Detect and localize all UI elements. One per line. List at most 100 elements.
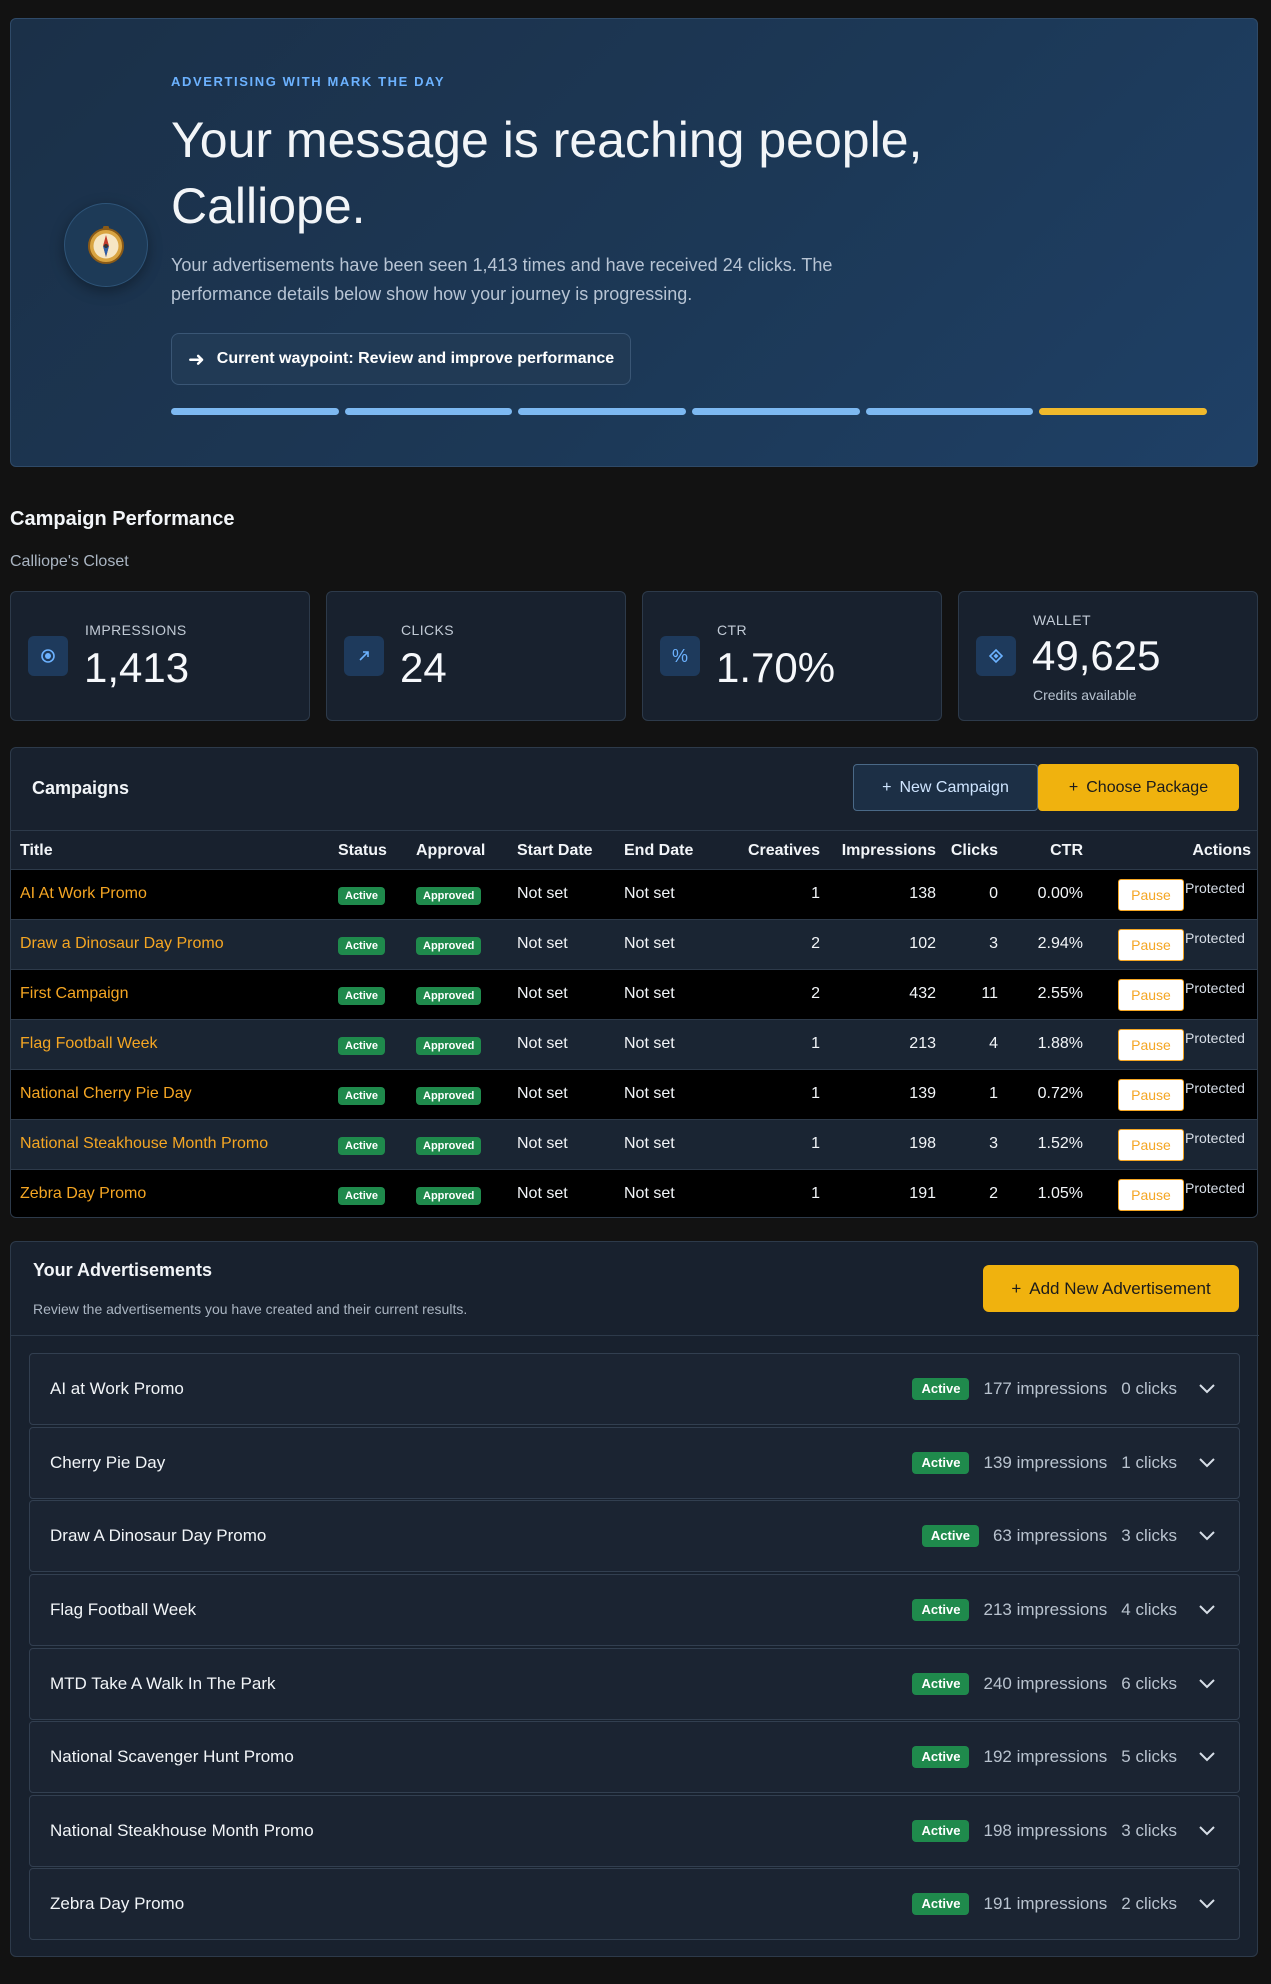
hero-description: Your advertisements have been seen 1,413…: [171, 255, 833, 304]
end-date-cell: Not set: [624, 885, 675, 902]
advertisement-meta: Active 191 impressions 2 clicks: [912, 1891, 1217, 1917]
impressions-cell: 139: [909, 1085, 936, 1102]
stat-label: CTR: [717, 622, 747, 638]
new-campaign-label: New Campaign: [899, 778, 1009, 796]
impressions-count: 191 impressions: [983, 1894, 1108, 1913]
advertisement-accordion-item[interactable]: Cherry Pie Day Active 139 impressions 1 …: [29, 1427, 1240, 1499]
stat-value: 1.70%: [716, 644, 836, 691]
pause-button[interactable]: Pause: [1118, 1079, 1184, 1111]
chevron-down-icon[interactable]: [1197, 1379, 1217, 1399]
campaign-title-link[interactable]: AI At Work Promo: [20, 885, 147, 903]
status-badge: Active: [338, 887, 386, 905]
column-header-title: Title: [20, 842, 53, 859]
protected-label: Protected: [1185, 980, 1245, 996]
campaign-title-link[interactable]: Draw a Dinosaur Day Promo: [20, 935, 224, 953]
ctr-cell: 0.72%: [1037, 1085, 1083, 1102]
choose-package-button[interactable]: + Choose Package: [1038, 764, 1239, 811]
advertisement-meta: Active 198 impressions 3 clicks: [912, 1818, 1217, 1844]
chevron-down-icon[interactable]: [1197, 1894, 1217, 1914]
protected-label: Protected: [1185, 930, 1245, 946]
chevron-down-icon[interactable]: [1197, 1600, 1217, 1620]
impressions-cell: 213: [909, 1035, 936, 1052]
advertisements-subtitle: Review the advertisements you have creat…: [33, 1301, 468, 1317]
end-date-cell: Not set: [624, 1135, 675, 1152]
campaign-title-link[interactable]: First Campaign: [20, 985, 128, 1003]
pause-button[interactable]: Pause: [1118, 1179, 1184, 1211]
start-date-cell: Not set: [517, 985, 568, 1002]
status-badge: Active: [338, 1137, 386, 1155]
advertisement-accordion-item[interactable]: AI at Work Promo Active 177 impressions …: [29, 1353, 1240, 1425]
stat-sublabel: Credits available: [1033, 687, 1137, 703]
section-title: Campaign Performance: [10, 508, 235, 530]
business-name: Calliope's Closet: [10, 553, 129, 570]
compass-icon: [64, 203, 148, 287]
campaign-title-link[interactable]: Flag Football Week: [20, 1035, 158, 1053]
approval-badge: Approved: [416, 1037, 482, 1055]
advertisement-name: Draw A Dinosaur Day Promo: [50, 1526, 267, 1545]
advertisement-accordion-item[interactable]: MTD Take A Walk In The Park Active 240 i…: [29, 1648, 1240, 1720]
pause-button[interactable]: Pause: [1118, 879, 1184, 911]
approval-badge: Approved: [416, 987, 482, 1005]
advertisement-accordion-item[interactable]: Flag Football Week Active 213 impression…: [29, 1574, 1240, 1646]
status-badge: Active: [338, 1187, 386, 1205]
advertisement-accordion-item[interactable]: Draw A Dinosaur Day Promo Active 63 impr…: [29, 1500, 1240, 1572]
campaign-title-link[interactable]: National Steakhouse Month Promo: [20, 1135, 268, 1153]
advertisements-title: Your Advertisements: [33, 1260, 213, 1280]
impressions-count: 192 impressions: [983, 1747, 1108, 1766]
campaign-title-link[interactable]: National Cherry Pie Day: [20, 1085, 192, 1103]
impressions-cell: 102: [909, 935, 936, 952]
advertisement-name: Zebra Day Promo: [50, 1894, 185, 1913]
column-header-status: Status: [338, 842, 387, 859]
status-badge: Active: [912, 1820, 970, 1842]
chevron-down-icon[interactable]: [1197, 1747, 1217, 1767]
table-row: Zebra Day Promo Active Approved Not set …: [11, 1170, 1257, 1217]
approval-badge: Approved: [416, 1187, 482, 1205]
approval-badge: Approved: [416, 887, 482, 905]
chevron-down-icon[interactable]: [1197, 1526, 1217, 1546]
cursor-arrow-icon: [344, 636, 384, 676]
divider: [11, 1335, 1259, 1336]
campaigns-panel: Campaigns + New Campaign + Choose Packag…: [10, 747, 1258, 1218]
new-campaign-button[interactable]: + New Campaign: [853, 764, 1038, 811]
advertisement-name: National Scavenger Hunt Promo: [50, 1747, 294, 1766]
clicks-count: 3 clicks: [1121, 1526, 1177, 1545]
impressions-count: 63 impressions: [992, 1526, 1108, 1545]
table-row: First Campaign Active Approved Not set N…: [11, 970, 1257, 1020]
end-date-cell: Not set: [624, 1035, 675, 1052]
status-badge: Active: [921, 1525, 979, 1547]
pause-button[interactable]: Pause: [1118, 1129, 1184, 1161]
table-row: Flag Football Week Active Approved Not s…: [11, 1020, 1257, 1070]
advertisement-accordion-item[interactable]: National Scavenger Hunt Promo Active 192…: [29, 1721, 1240, 1793]
creatives-cell: 2: [811, 935, 820, 952]
pause-button[interactable]: Pause: [1118, 979, 1184, 1011]
creatives-cell: 1: [811, 1035, 820, 1052]
creatives-cell: 1: [811, 1135, 820, 1152]
pause-button[interactable]: Pause: [1118, 1029, 1184, 1061]
advertisement-accordion-item[interactable]: Zebra Day Promo Active 191 impressions 2…: [29, 1868, 1240, 1940]
chevron-down-icon[interactable]: [1197, 1674, 1217, 1694]
clicks-count: 6 clicks: [1121, 1674, 1177, 1693]
clicks-count: 3 clicks: [1121, 1821, 1177, 1840]
protected-label: Protected: [1185, 1180, 1245, 1196]
stat-card-impressions: IMPRESSIONS 1,413: [10, 591, 310, 721]
status-badge: Active: [912, 1378, 970, 1400]
campaign-title-link[interactable]: Zebra Day Promo: [20, 1185, 146, 1203]
approval-badge: Approved: [416, 1087, 482, 1105]
stat-label: IMPRESSIONS: [85, 622, 187, 638]
status-badge: Active: [912, 1452, 970, 1474]
status-badge: Active: [912, 1599, 970, 1621]
stat-card-clicks: CLICKS 24: [326, 591, 626, 721]
waypoint-label: Current waypoint: Review and improve per…: [216, 350, 615, 367]
chevron-down-icon[interactable]: [1197, 1453, 1217, 1473]
table-row: National Steakhouse Month Promo Active A…: [11, 1120, 1257, 1170]
start-date-cell: Not set: [517, 885, 568, 902]
add-advertisement-label: Add New Advertisement: [1029, 1278, 1211, 1298]
creatives-cell: 1: [811, 1085, 820, 1102]
pause-button[interactable]: Pause: [1118, 929, 1184, 961]
start-date-cell: Not set: [517, 1135, 568, 1152]
add-advertisement-button[interactable]: + Add New Advertisement: [983, 1265, 1239, 1312]
chevron-down-icon[interactable]: [1197, 1821, 1217, 1841]
clicks-count: 5 clicks: [1121, 1747, 1177, 1766]
diamond-icon: [976, 636, 1016, 676]
advertisement-accordion-item[interactable]: National Steakhouse Month Promo Active 1…: [29, 1795, 1240, 1867]
